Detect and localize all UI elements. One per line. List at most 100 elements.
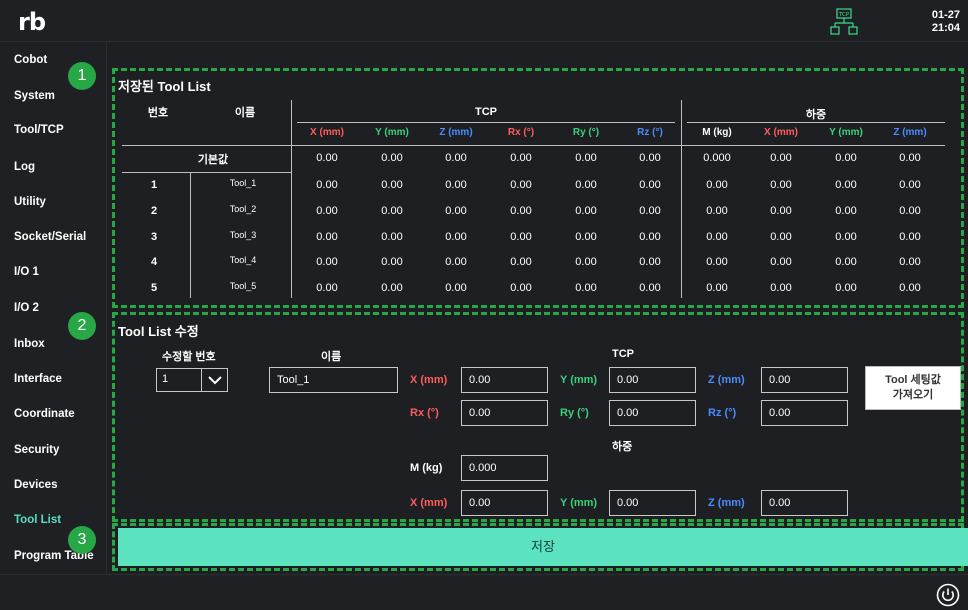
sidebar-item-system[interactable]: System [14,90,55,102]
table-cell: 0.00 [316,231,338,243]
sidebar-item-utility[interactable]: Utility [14,196,46,208]
edit-payload-label: 하중 [612,441,633,453]
table-cell: 0.00 [316,256,338,268]
row-number: 2 [150,205,158,217]
table-cell: 0.00 [381,256,403,268]
table-cell: 0.00 [899,179,921,191]
tcp-network-icon[interactable]: TCP [828,8,860,36]
edit-tcp-label: TCP [612,348,634,360]
tcp-rz-header: Rz (°) [637,127,663,138]
tcp-x-header: X (mm) [310,127,344,138]
chevron-down-icon[interactable] [201,369,227,391]
table-cell: 0.00 [899,256,921,268]
edit-y-label: Y (mm) [560,374,598,386]
table-divider [297,122,675,123]
payload-x-field[interactable]: 0.00 [461,490,548,516]
tcp-group-header: TCP [475,106,497,118]
sidebar-item-interface[interactable]: Interface [14,373,62,385]
table-cell: 0.00 [575,282,597,294]
sidebar-item-tool-tcp[interactable]: Tool/TCP [14,124,64,136]
table-cell: 0.00 [445,152,467,164]
payload-group-header: 하중 [805,109,827,121]
row-tool-name: Tool_3 [229,230,257,240]
edit-z-label: Z (mm) [708,374,745,386]
save-button[interactable]: 저장 [118,528,968,566]
table-cell: 0.00 [835,205,857,217]
payload-x-header: X (mm) [764,127,798,138]
rb-logo: rb [18,8,46,36]
table-divider [687,122,945,123]
tcp-x-field[interactable]: 0.00 [461,367,548,393]
tcp-rx-field[interactable]: 0.00 [461,400,548,426]
table-cell: 0.00 [770,231,792,243]
table-cell: 0.00 [835,179,857,191]
app-window: rb TCP 01-27 21:04 Cobot System Tool/TCP… [0,0,968,610]
col-number-header: 번호 [147,107,169,119]
edit-px-label: X (mm) [410,497,448,509]
table-cell: 0.00 [575,205,597,217]
row-tool-name: Tool_5 [229,281,257,291]
edit-title: Tool List 수정 [118,324,199,339]
payload-m-header: M (kg) [702,127,732,138]
sidebar-item-io2[interactable]: I/O 2 [14,302,39,314]
sidebar-item-tool-list[interactable]: Tool List [14,514,61,526]
tool-name-field[interactable]: Tool_1 [269,367,398,393]
table-cell: 0.00 [835,256,857,268]
tcp-ry-field[interactable]: 0.00 [609,400,696,426]
tcp-z-field[interactable]: 0.00 [761,367,848,393]
table-cell: 0.00 [316,282,338,294]
table-cell: 0.00 [510,231,532,243]
table-cell: 0.00 [575,152,597,164]
table-cell: 0.00 [770,205,792,217]
fetch-tool-settings-button[interactable]: Tool 세팅값 가져오기 [865,366,961,410]
tool-number-select[interactable]: 1 [156,368,228,392]
payload-z-header: Z (mm) [893,127,927,138]
table-cell: 0.00 [381,152,403,164]
sidebar-item-cobot[interactable]: Cobot [14,54,47,66]
sidebar-item-coordinate[interactable]: Coordinate [14,408,75,420]
row-number: 3 [150,231,158,243]
sidebar: Cobot System Tool/TCP Log Utility Socket… [0,42,107,574]
table-cell: 0.00 [639,152,661,164]
table-cell: 0.00 [899,282,921,294]
sidebar-item-inbox[interactable]: Inbox [14,338,45,350]
tcp-y-field[interactable]: 0.00 [609,367,696,393]
sidebar-item-io1[interactable]: I/O 1 [14,266,39,278]
payload-y-field[interactable]: 0.00 [609,490,696,516]
edit-pz-label: Z (mm) [708,497,745,509]
edit-rz-label: Rz (°) [708,407,737,419]
table-cell: 0.00 [381,205,403,217]
sidebar-item-socket-serial[interactable]: Socket/Serial [14,231,86,243]
date-text: 01-27 [931,9,960,21]
table-cell: 0.00 [575,231,597,243]
table-cell: 0.00 [770,282,792,294]
table-cell: 0.00 [639,256,661,268]
sidebar-item-security[interactable]: Security [14,444,59,456]
row-tool-name: Tool_2 [229,204,257,214]
table-cell: 0.00 [770,179,792,191]
tcp-rz-field[interactable]: 0.00 [761,400,848,426]
saved-list-title: 저장된 Tool List [118,79,211,94]
table-cell: 0.00 [706,205,728,217]
edit-m-label: M (kg) [410,462,443,474]
table-cell: 0.00 [639,231,661,243]
edit-x-label: X (mm) [410,374,448,386]
edit-rx-label: Rx (°) [410,407,439,419]
sidebar-item-devices[interactable]: Devices [14,479,57,491]
power-icon[interactable] [936,583,960,607]
table-cell: 0.00 [381,179,403,191]
fetch-button-line1: Tool 세팅값 [885,374,941,386]
table-cell: 0.00 [575,256,597,268]
edit-py-label: Y (mm) [560,497,598,509]
table-cell: 0.00 [899,152,921,164]
tcp-icon-label: TCP [838,12,850,18]
payload-m-field[interactable]: 0.000 [461,455,548,481]
edit-ry-label: Ry (°) [560,407,589,419]
table-cell: 0.00 [575,179,597,191]
table-divider [122,145,945,146]
section-badge-2: 2 [68,312,96,340]
payload-z-field[interactable]: 0.00 [761,490,848,516]
section-badge-1: 1 [68,62,96,90]
sidebar-item-log[interactable]: Log [14,161,35,173]
row-tool-name: Tool_1 [229,178,257,188]
